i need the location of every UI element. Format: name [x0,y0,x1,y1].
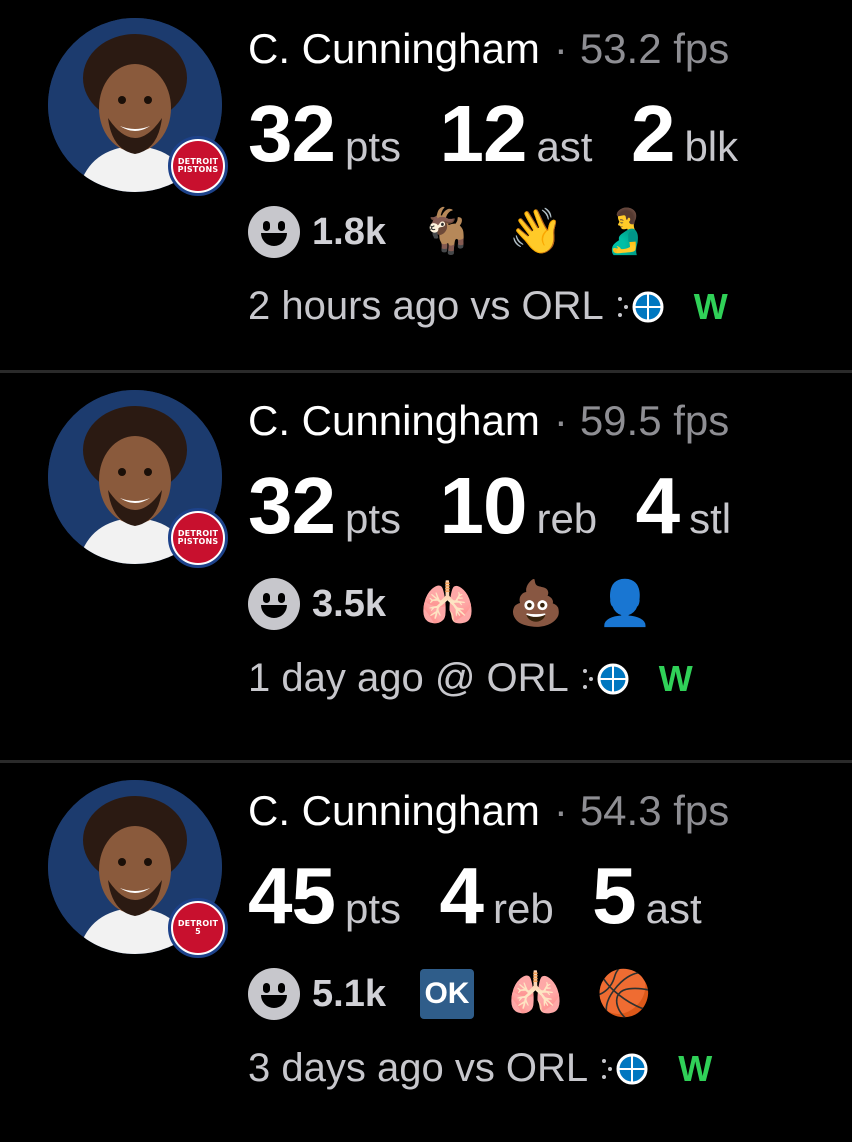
stat-value: 4 [635,461,680,550]
team-logo-badge: DETROIT PISTONS [168,508,228,568]
stat-unit: pts [344,123,402,170]
stat-line: 45 pts 4 reb 5 ast [248,854,736,938]
pregnant-man-icon[interactable]: 🫃 [598,202,653,262]
waving-hand-icon[interactable]: 👋 [509,202,564,262]
game-card[interactable]: DETROIT PISTONS C. Cunningham · 59.5 fps 3… [0,372,852,742]
card-header: C. Cunningham · 59.5 fps [248,396,729,446]
stat-value: 45 [248,851,336,940]
card-header: C. Cunningham · 54.3 fps [248,786,729,836]
game-time-opponent: 3 days ago vs ORL [248,1046,589,1090]
stat-unit: blk [684,123,739,170]
stat-value: 10 [439,461,527,550]
lungs-icon[interactable]: 🫁 [508,964,563,1024]
stat-unit: reb [536,495,598,542]
team-logo-badge: DETROIT 5 [168,898,228,958]
ok-button-icon[interactable]: OK [419,969,474,1019]
fantasy-points: 54.3 fps [579,787,730,834]
lungs-icon[interactable]: 🫁 [420,574,475,634]
separator-dot: · [553,787,568,834]
reaction-count[interactable]: 3.5k [312,583,386,626]
person-in-mask-icon[interactable]: 👤 [598,574,653,634]
team-badge-line2: PISTONS [177,165,219,174]
game-result-badge: W [693,285,728,327]
stat-item: 32 pts [248,92,401,176]
team-badge-line2: 5 [195,927,201,936]
reaction-bar: 5.1k OK 🫁 🏀 [248,964,686,1024]
game-time-opponent: 1 day ago @ ORL [248,656,569,700]
fantasy-points: 53.2 fps [579,25,730,72]
magic-team-logo-icon [582,663,629,694]
stat-unit: pts [344,495,402,542]
game-card[interactable]: DETROIT PISTONS C. Cunningham · 53.2 fps 3… [0,0,852,370]
stat-item: 4 stl [636,464,732,548]
player-facepalm-icon[interactable]: 🏀 [597,964,652,1024]
goat-icon[interactable]: 🐐 [420,202,475,262]
magic-team-logo-icon [617,291,664,322]
game-card[interactable]: DETROIT 5 C. Cunningham · 54.3 fps 45 pts 4… [0,762,852,1142]
game-feed: DETROIT PISTONS C. Cunningham · 53.2 fps 3… [0,0,852,1142]
stat-item: 45 pts [248,854,401,938]
game-info: 3 days ago vs ORL W [248,1046,712,1091]
add-reaction-smiley-icon[interactable] [248,578,300,630]
reaction-bar: 3.5k 🫁 💩 👤 [248,574,686,634]
stat-unit: reb [492,885,554,932]
stat-unit: stl [689,495,732,542]
stat-value: 2 [630,89,675,178]
stat-value: 32 [248,89,336,178]
stat-item: 5 ast [592,854,702,938]
game-info: 1 day ago @ ORL W [248,656,693,701]
reaction-count[interactable]: 1.8k [312,211,386,254]
game-time-opponent: 2 hours ago vs ORL [248,284,604,328]
game-result-badge: W [678,1047,713,1089]
stat-item: 12 ast [439,92,592,176]
add-reaction-smiley-icon[interactable] [248,206,300,258]
player-name[interactable]: C. Cunningham [248,787,540,834]
stat-item: 4 reb [439,854,553,938]
card-header: C. Cunningham · 53.2 fps [248,24,729,74]
stat-unit: ast [645,885,702,932]
stat-unit: pts [344,885,402,932]
stat-line: 32 pts 12 ast 2 blk [248,92,772,176]
game-info: 2 hours ago vs ORL W [248,284,728,329]
add-reaction-smiley-icon[interactable] [248,968,300,1020]
separator-dot: · [553,25,568,72]
reaction-count[interactable]: 5.1k [312,973,386,1016]
stat-item: 2 blk [631,92,738,176]
team-badge-line2: PISTONS [177,537,219,546]
player-name[interactable]: C. Cunningham [248,397,540,444]
stat-value: 32 [248,461,336,550]
reaction-bar: 1.8k 🐐 👋 🫃 [248,202,686,262]
stat-unit: ast [536,123,593,170]
stat-value: 5 [592,851,636,940]
separator-dot: · [553,397,568,444]
stat-line: 32 pts 10 reb 4 stl [248,464,765,548]
magic-team-logo-icon [602,1053,648,1084]
stat-value: 4 [439,851,483,940]
stat-item: 10 reb [439,464,597,548]
stat-item: 32 pts [248,464,401,548]
poop-icon[interactable]: 💩 [509,574,564,634]
player-name[interactable]: C. Cunningham [248,25,540,72]
fantasy-points: 59.5 fps [579,397,730,444]
stat-value: 12 [439,89,527,178]
game-result-badge: W [658,657,693,699]
team-logo-badge: DETROIT PISTONS [168,136,228,196]
